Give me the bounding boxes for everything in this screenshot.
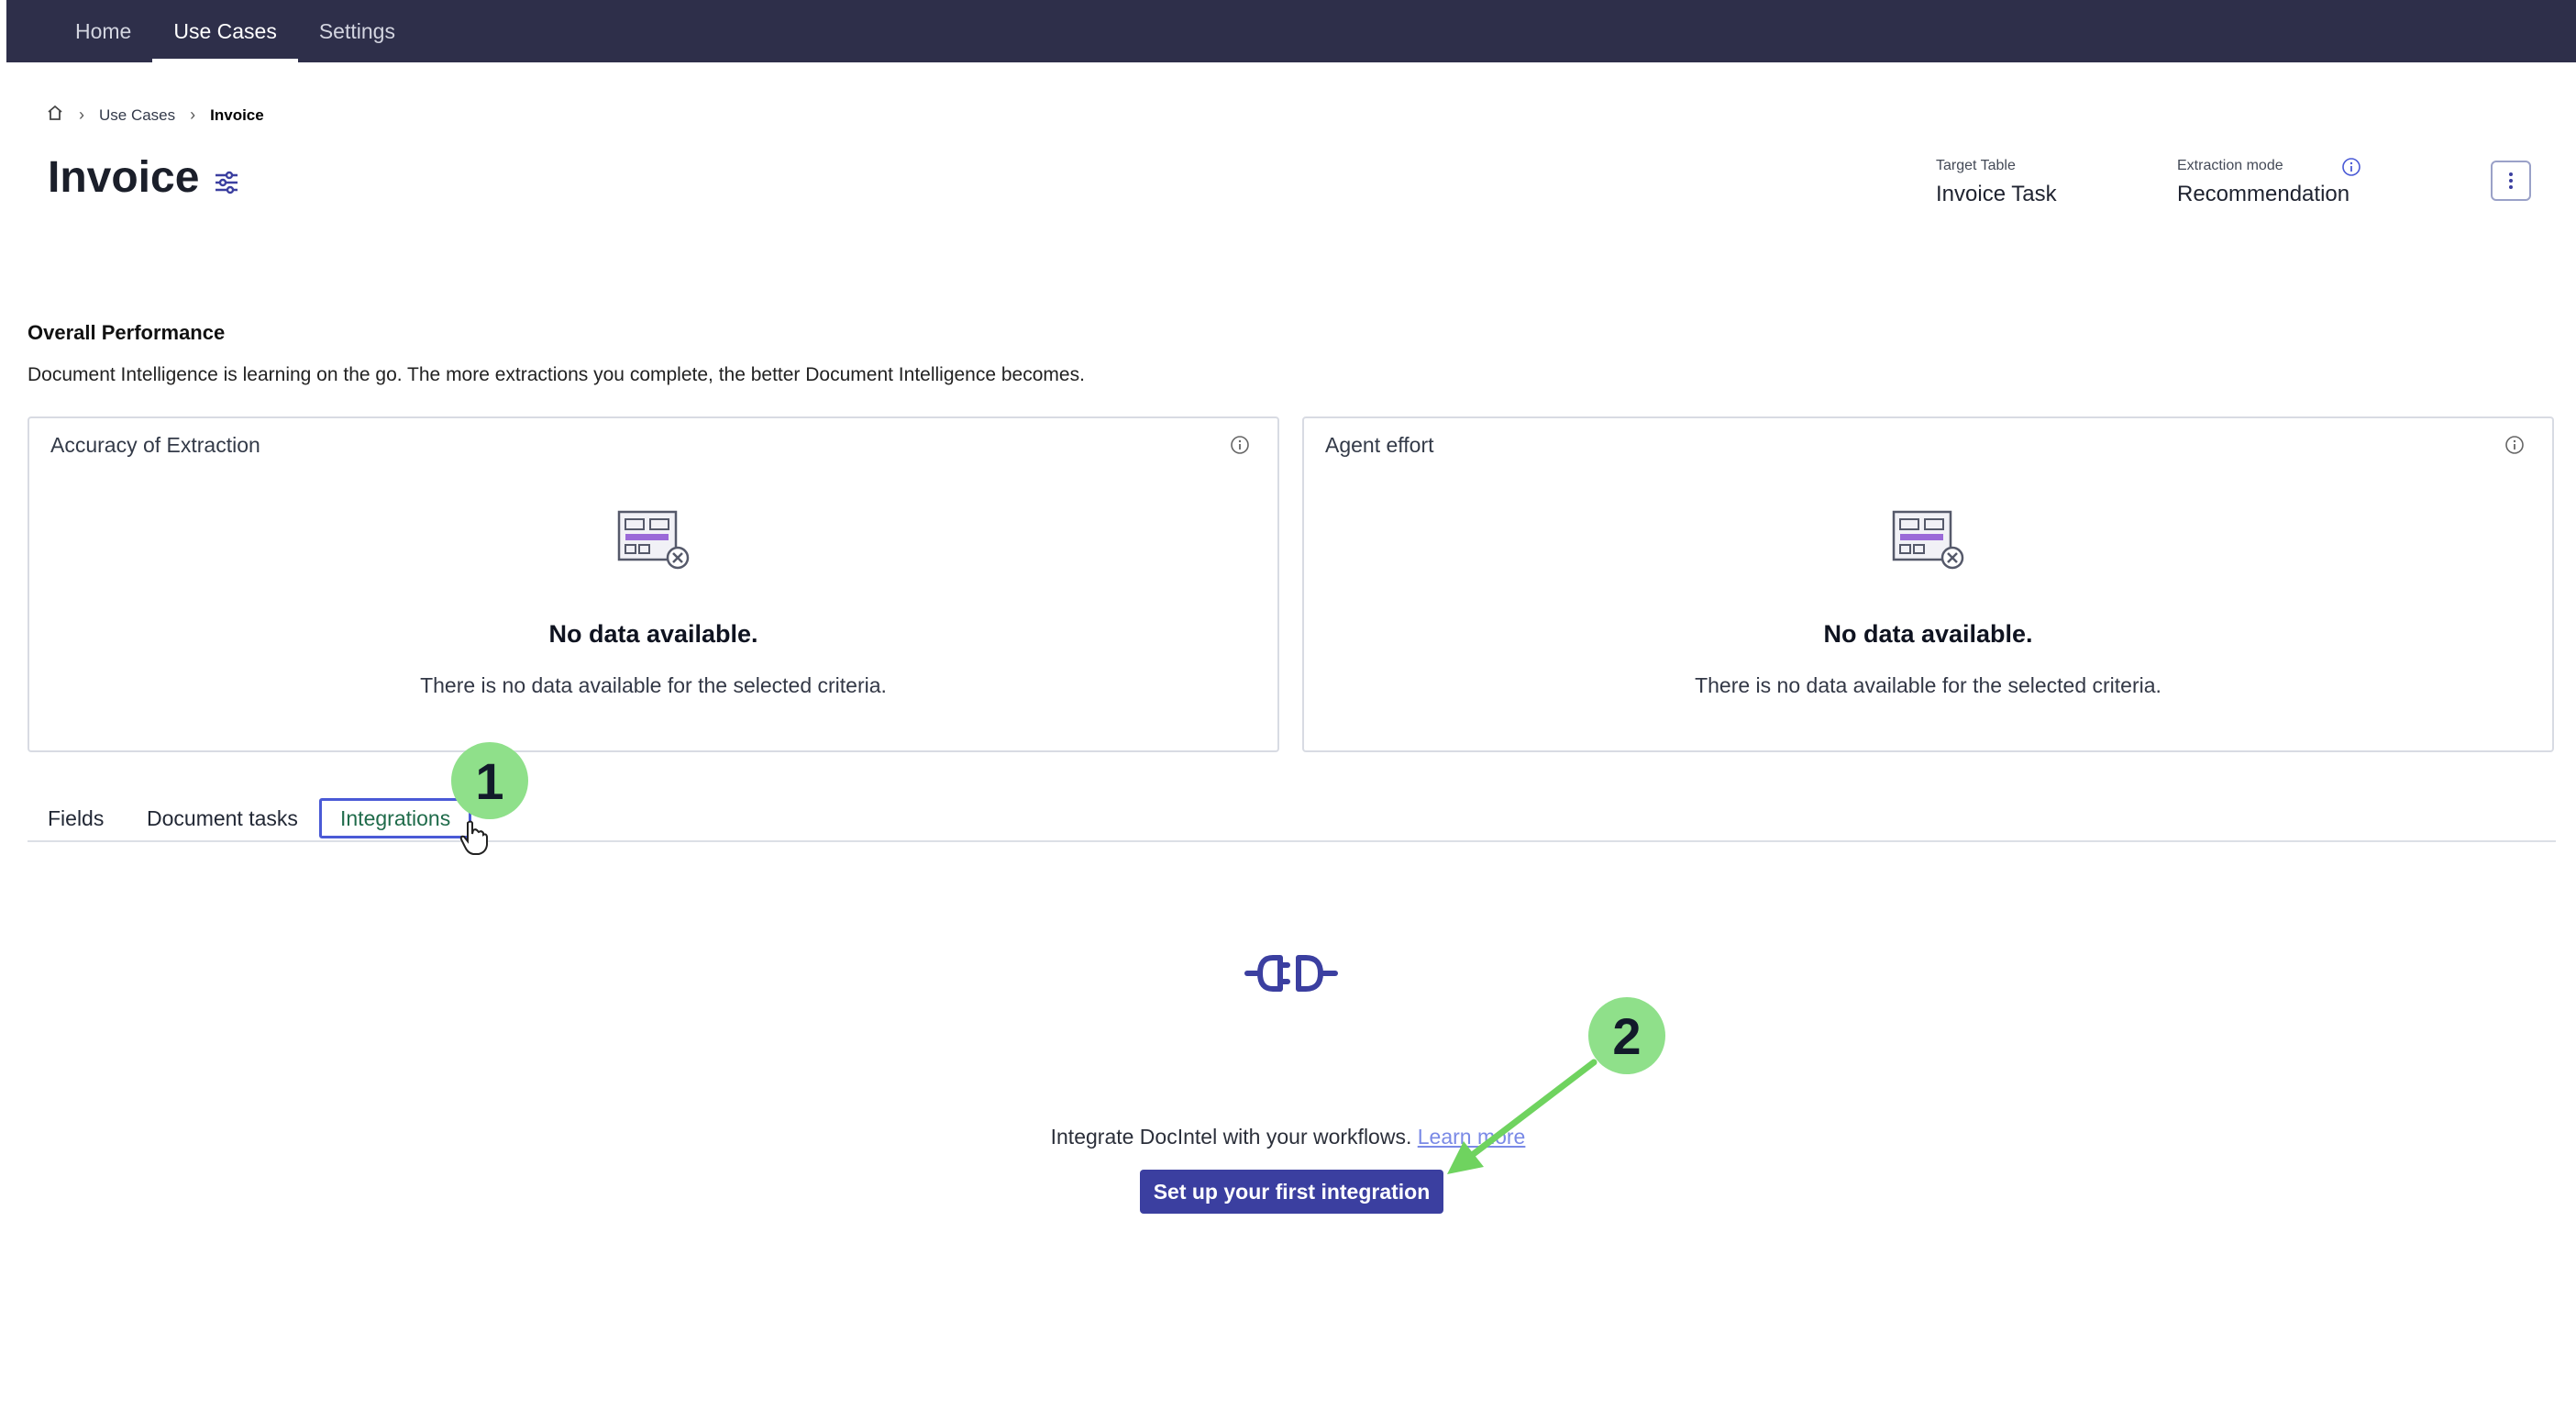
- integration-prompt: Integrate DocIntel with your workflows.: [1050, 1125, 1412, 1149]
- empty-state-description: There is no data available for the selec…: [420, 673, 887, 697]
- card-title: Accuracy of Extraction: [50, 433, 260, 457]
- breadcrumb-use-cases[interactable]: Use Cases: [99, 106, 175, 125]
- no-data-icon: [615, 508, 692, 572]
- nav-use-cases[interactable]: Use Cases: [152, 0, 299, 62]
- empty-state-title: No data available.: [1823, 620, 2033, 648]
- top-navigation: Home Use Cases Settings: [6, 0, 2576, 62]
- integration-prompt-row: Integrate DocIntel with your workflows. …: [0, 1125, 2576, 1149]
- target-table-value: Invoice Task: [1936, 182, 2057, 206]
- step-1-callout: 1: [451, 742, 528, 819]
- info-icon[interactable]: [2504, 435, 2525, 455]
- extraction-mode-label: Extraction mode: [2177, 158, 2283, 173]
- breadcrumb-separator: ›: [190, 105, 196, 124]
- nav-settings[interactable]: Settings: [298, 0, 416, 62]
- info-icon[interactable]: [1230, 435, 1250, 455]
- card-title: Agent effort: [1325, 433, 1434, 457]
- tab-document-tasks[interactable]: Document tasks: [147, 806, 298, 831]
- tab-fields[interactable]: Fields: [48, 806, 104, 831]
- section-description: Document Intelligence is learning on the…: [28, 364, 1085, 385]
- empty-state-title: No data available.: [548, 620, 758, 648]
- home-icon[interactable]: [46, 104, 64, 127]
- extraction-mode-value: Recommendation: [2177, 182, 2350, 206]
- nav-home[interactable]: Home: [54, 0, 152, 62]
- page-title: Invoice: [48, 153, 200, 202]
- sliders-icon[interactable]: [213, 169, 240, 196]
- breadcrumb: › Use Cases › Invoice: [46, 104, 264, 127]
- setup-integration-button[interactable]: Set up your first integration: [1140, 1170, 1443, 1214]
- accuracy-card: Accuracy of Extraction No data available…: [28, 416, 1279, 752]
- tab-bar: Fields Document tasks Integrations: [28, 798, 2556, 842]
- breadcrumb-separator: ›: [79, 105, 84, 124]
- step-2-callout: 2: [1588, 997, 1665, 1074]
- learn-more-link[interactable]: Learn more: [1418, 1125, 1526, 1149]
- tab-integrations[interactable]: Integrations: [319, 798, 472, 838]
- hand-cursor-icon: [459, 819, 490, 860]
- target-table-label: Target Table: [1936, 158, 2016, 173]
- no-data-icon: [1890, 508, 1967, 572]
- plug-icon: [1244, 950, 1341, 996]
- section-title: Overall Performance: [28, 321, 226, 344]
- more-options-button[interactable]: [2491, 161, 2531, 201]
- kebab-icon: [2509, 172, 2513, 189]
- agent-effort-card: Agent effort No data available. There is…: [1302, 416, 2554, 752]
- empty-state-description: There is no data available for the selec…: [1695, 673, 2161, 697]
- breadcrumb-invoice: Invoice: [210, 105, 264, 124]
- info-icon[interactable]: [2341, 157, 2361, 177]
